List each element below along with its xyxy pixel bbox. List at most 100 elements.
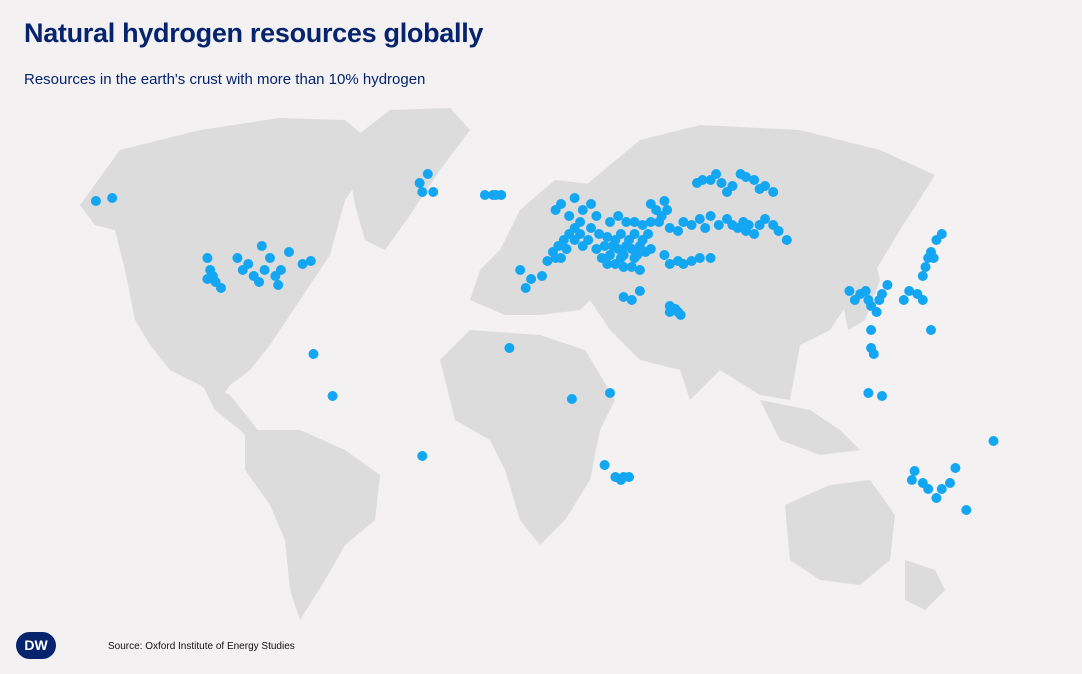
hydrogen-site-marker (909, 466, 920, 476)
hydrogen-site-marker (586, 199, 596, 209)
hydrogen-site-marker (561, 244, 572, 254)
hydrogen-site-marker (950, 463, 961, 473)
hydrogen-site-marker (863, 388, 874, 398)
hydrogen-site-marker (860, 286, 871, 296)
hydrogen-site-marker (866, 325, 877, 335)
land-north-america (80, 118, 380, 400)
hydrogen-site-marker (107, 193, 118, 203)
hydrogen-site-marker (711, 169, 722, 179)
hydrogen-site-marker (504, 343, 515, 353)
hydrogen-site-marker (629, 229, 640, 239)
hydrogen-site-marker (713, 220, 724, 230)
hydrogen-site-marker (259, 265, 270, 275)
hydrogen-site-marker (256, 241, 267, 251)
hydrogen-site-marker (496, 190, 507, 200)
hydrogen-site-marker (700, 223, 711, 233)
hydrogen-site-marker (716, 178, 727, 188)
hydrogen-site-marker (586, 223, 596, 233)
hydrogen-site-marker (284, 247, 294, 257)
hydrogen-site-marker (202, 274, 213, 284)
hydrogen-site-marker (643, 229, 654, 239)
hydrogen-site-marker (591, 211, 602, 221)
hydrogen-site-marker (90, 196, 101, 206)
hydrogen-site-marker (926, 325, 936, 335)
land-africa (440, 330, 615, 545)
hydrogen-site-marker (645, 244, 656, 254)
hydrogen-site-marker (417, 187, 428, 197)
land-southeast-asia (760, 400, 860, 455)
hydrogen-site-marker (773, 226, 784, 236)
hydrogen-site-marker (577, 205, 588, 215)
hydrogen-site-marker (928, 253, 939, 263)
hydrogen-site-marker (613, 211, 624, 221)
hydrogen-site-marker (917, 295, 928, 305)
hydrogen-site-marker (686, 220, 697, 230)
hydrogen-site-marker (537, 271, 547, 281)
hydrogen-site-marker (428, 187, 439, 197)
hydrogen-site-marker (265, 253, 275, 263)
hydrogen-site-marker (659, 250, 670, 260)
hydrogen-site-marker (556, 199, 566, 209)
hydrogen-site-marker (694, 253, 705, 263)
hydrogen-site-marker (945, 478, 955, 488)
hydrogen-site-marker (624, 472, 634, 482)
hydrogen-site-marker (882, 280, 893, 290)
land-greenland (345, 108, 470, 250)
hydrogen-site-marker (705, 211, 716, 221)
hydrogen-site-marker (659, 196, 670, 206)
land-australia (785, 480, 895, 585)
world-map (80, 108, 999, 620)
hydrogen-site-marker (662, 205, 673, 215)
hydrogen-site-marker (920, 262, 931, 272)
hydrogen-site-marker (931, 493, 942, 503)
hydrogen-site-marker (917, 271, 928, 281)
hydrogen-site-marker (664, 307, 675, 317)
hydrogen-site-marker (961, 505, 972, 515)
dw-logo: DW (16, 632, 56, 659)
hydrogen-site-marker (243, 259, 254, 269)
hydrogen-site-marker (634, 286, 645, 296)
hydrogen-site-marker (749, 175, 760, 185)
hydrogen-site-marker (877, 289, 887, 299)
hydrogen-site-marker (749, 229, 760, 239)
hydrogen-site-marker (232, 253, 243, 263)
hydrogen-site-marker (705, 253, 716, 263)
hydrogen-site-marker (868, 349, 879, 359)
hydrogen-site-marker (254, 277, 265, 287)
hydrogen-site-marker (564, 211, 575, 221)
hydrogen-site-marker (877, 391, 887, 401)
hydrogen-site-marker (615, 229, 626, 239)
hydrogen-site-marker (422, 169, 433, 179)
hydrogen-site-marker (844, 286, 855, 296)
hydrogen-site-marker (760, 181, 770, 191)
hydrogen-site-marker (673, 226, 683, 236)
hydrogen-site-marker (871, 307, 882, 317)
hydrogen-site-marker (575, 229, 586, 239)
hydrogen-site-marker (675, 310, 686, 320)
hydrogen-site-marker (414, 178, 425, 188)
hydrogen-site-marker (556, 253, 566, 263)
hydrogen-site-marker (936, 484, 947, 494)
hydrogen-site-marker (520, 283, 531, 293)
hydrogen-site-marker (923, 484, 934, 494)
hydrogen-site-marker (202, 253, 213, 263)
hydrogen-site-marker (275, 265, 286, 275)
hydrogen-site-marker (216, 283, 226, 293)
land-masses (80, 108, 945, 620)
hydrogen-site-marker (629, 253, 640, 263)
source-note: Source: Oxford Institute of Energy Studi… (108, 641, 295, 652)
hydrogen-site-marker (898, 295, 909, 305)
hydrogen-site-marker (515, 265, 526, 275)
hydrogen-site-marker (308, 349, 319, 359)
hydrogen-site-marker (727, 181, 738, 191)
hydrogen-site-marker (781, 235, 792, 245)
hydrogen-site-marker (743, 220, 754, 230)
hydrogen-site-marker (599, 460, 610, 470)
land-south-america (245, 430, 380, 620)
hydrogen-site-marker (768, 187, 779, 197)
hydrogen-site-marker (566, 394, 577, 404)
hydrogen-site-marker (626, 295, 637, 305)
hydrogen-site-marker (634, 265, 645, 275)
hydrogen-site-marker (273, 280, 284, 290)
hydrogen-site-marker (602, 259, 613, 269)
